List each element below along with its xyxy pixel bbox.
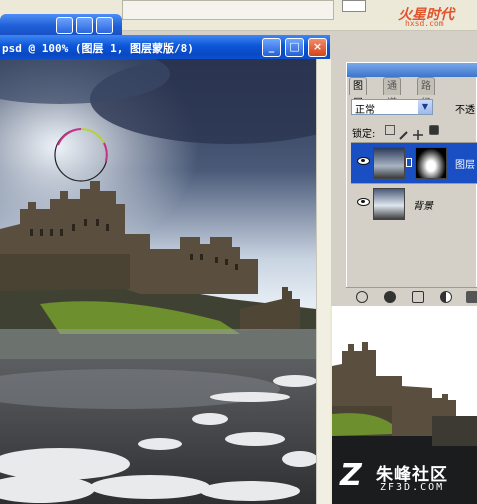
eye-icon[interactable] (357, 198, 370, 206)
new-group-icon[interactable] (466, 291, 477, 303)
lock-move-icon[interactable] (413, 125, 423, 140)
lock-all-icon[interactable] (429, 125, 439, 135)
eye-icon[interactable] (357, 157, 370, 165)
layer-mask-thumbnail[interactable] (415, 147, 447, 179)
link-icon (406, 158, 412, 167)
castle-photo (0, 59, 316, 504)
layer-row-background[interactable]: 背景 (351, 183, 477, 224)
watermark: Z 朱峰社区 ZF3D.COM (340, 458, 470, 498)
panel-footer (346, 287, 477, 307)
watermark-url: ZF3D.COM (380, 482, 445, 493)
minimize-button[interactable]: _ (262, 38, 281, 57)
logo-url: hxsd.com (405, 19, 444, 28)
layer-style-icon[interactable] (384, 291, 396, 303)
maximize-button[interactable]: □ (285, 38, 304, 57)
document-titlebar[interactable]: psd @ 100% (图层 1, 图层蒙版/8) _ □ × (0, 35, 330, 59)
top-right-box (342, 0, 366, 12)
layer-name: 图层 (455, 160, 475, 171)
background-minimize-button[interactable] (56, 17, 73, 34)
tab-paths[interactable]: 路径 (417, 77, 435, 109)
document-title: psd @ 100% (图层 1, 图层蒙版/8) (2, 42, 194, 55)
tab-channels[interactable]: 通道 (383, 77, 401, 109)
lock-brush-icon[interactable] (399, 125, 409, 140)
document-window: psd @ 100% (图层 1, 图层蒙版/8) _ □ × (0, 35, 331, 504)
chevron-down-icon[interactable]: ▼ (418, 100, 432, 114)
layer-name: 背景 (413, 201, 433, 212)
background-window-body (122, 0, 334, 20)
add-mask-icon[interactable] (412, 291, 424, 303)
layer-thumbnail (373, 188, 405, 220)
layer-thumbnail (373, 147, 405, 179)
link-layers-icon[interactable] (356, 291, 368, 303)
layer-row-layer1[interactable]: 图层 (351, 142, 477, 183)
background-restore-button[interactable] (96, 17, 113, 34)
panel-header[interactable] (347, 63, 477, 77)
vertical-scrollbar[interactable] (316, 59, 331, 504)
adjustment-layer-icon[interactable] (440, 291, 452, 303)
tab-layers[interactable]: 图层 (349, 77, 367, 109)
blend-mode-value: 正常 (355, 105, 375, 116)
lock-label: 锁定: (352, 129, 376, 140)
lock-transparency-icon[interactable] (385, 125, 395, 135)
watermark-logo: Z (340, 458, 362, 493)
layers-panel: 图层 通道 路径 正常 ▼ 不透 锁定: 图层 背景 (346, 62, 477, 306)
close-button[interactable]: × (308, 38, 327, 57)
blend-mode-select[interactable]: 正常 ▼ (351, 99, 433, 116)
opacity-label: 不透 (455, 105, 475, 116)
document-canvas[interactable] (0, 59, 316, 504)
background-maximize-button[interactable] (76, 17, 93, 34)
